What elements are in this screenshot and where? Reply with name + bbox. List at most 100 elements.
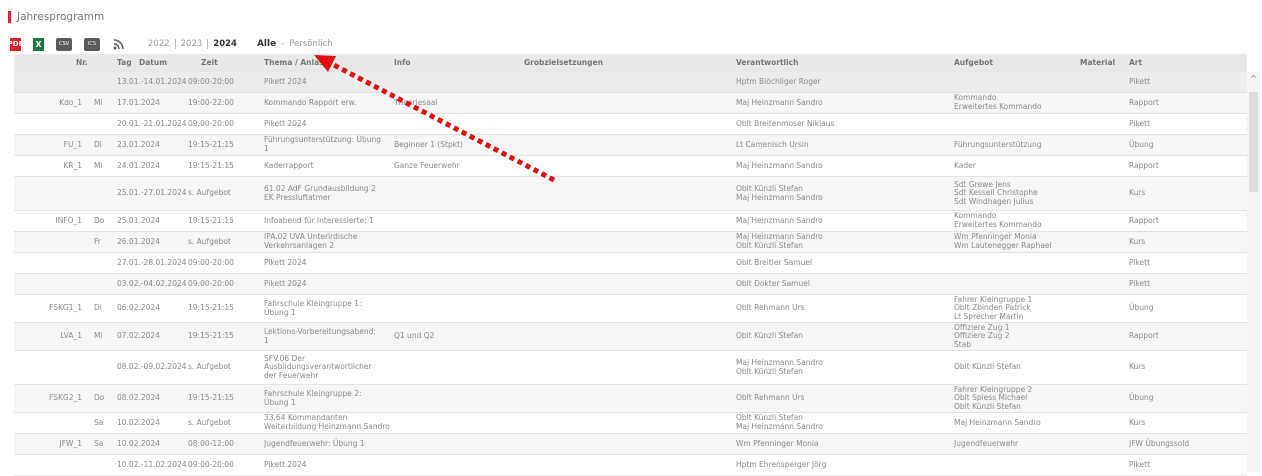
table-row[interactable]: 13.01.-14.01.2024 09:00-20:00 Pikett 2024 H… xyxy=(14,72,1247,93)
cell-datum: 24.01.2024 xyxy=(117,160,160,170)
cell-thema: Infoabend für Interessierte: 1 xyxy=(264,215,374,225)
vertical-scrollbar[interactable]: ^ xyxy=(1247,72,1260,472)
table-row[interactable]: FU_1 Di 23.01.2024 19:15-21:15 Führungsunter… xyxy=(14,135,1247,156)
cell-art: Kurs xyxy=(1129,188,1146,198)
cell-thema: Pikett 2024 xyxy=(264,76,307,86)
cell-datum: 10.02.2024 xyxy=(117,438,160,448)
cell-datum: 25.01.-27.01.2024 xyxy=(117,188,187,198)
col-header-verantwortlich[interactable]: Verantwortlich xyxy=(736,54,951,72)
cell-info xyxy=(394,114,514,134)
cell-datum: 13.01.-14.01.2024 xyxy=(117,76,187,86)
csv-icon[interactable]: CSV xyxy=(56,37,72,51)
pdf-icon[interactable]: PDF xyxy=(8,37,23,51)
cell-info xyxy=(394,413,514,433)
cell-verantwortlich: Oblt Breitenmoser Niklaus xyxy=(736,118,835,128)
year-link[interactable]: 2023 xyxy=(174,39,208,49)
cell-aufgebot xyxy=(954,72,1104,92)
cell-verantwortlich: Maj Heinzmann Sandro Oblt Künzli Stefan xyxy=(736,357,823,376)
cell-nr xyxy=(14,413,82,433)
excel-icon[interactable]: X xyxy=(33,37,44,51)
cell-nr: FU_1 xyxy=(63,139,82,149)
cell-zeit: s. Aufgebot xyxy=(188,362,231,372)
filter-selector: Alle - Persönlich xyxy=(257,39,333,49)
cell-verantwortlich: Oblt Künzli Stefan Maj Heinzmann Sandro xyxy=(736,413,823,431)
table-row[interactable]: 20.01.-21.01.2024 09:00-20:00 Pikett 2024 O… xyxy=(14,114,1247,135)
scrollbar-thumb[interactable] xyxy=(1249,92,1258,192)
table-header: Nr. Tag Datum Zeit Thema / Anlass Info G… xyxy=(14,54,1247,72)
cell-aufgebot xyxy=(954,114,1104,134)
cell-zeit: 09:00-20:00 xyxy=(188,118,234,128)
cell-verantwortlich: Maj Heinzmann Sandro Oblt Künzli Stefan xyxy=(736,232,823,250)
cell-art: Pikett xyxy=(1129,459,1151,469)
cell-aufgebot: Maj Heinzmann Sandro xyxy=(954,417,1041,427)
toolbar: PDF X CSV ICS 2022 2023 2024 Alle - Pers… xyxy=(8,36,333,52)
cell-nr xyxy=(14,253,82,273)
table-row[interactable]: 25.01.-27.01.2024 s. Aufgebot 61.02 AdF Gr… xyxy=(14,177,1247,211)
cell-thema: 61.02 AdF Grundausbildung 2 EK Presslufta… xyxy=(264,183,376,202)
rss-icon[interactable] xyxy=(112,38,124,51)
year-link[interactable]: 2022 xyxy=(148,39,175,49)
table-row[interactable]: KR_1 Mi 24.01.2024 19:15-21:15 Kaderrapport G… xyxy=(14,156,1247,177)
cell-zeit: 19:00-22:00 xyxy=(188,97,234,107)
table-row[interactable]: Kdo_1 Mi 17.01.2024 19:00-22:00 Kommando Rap… xyxy=(14,93,1247,114)
scroll-up-icon[interactable]: ^ xyxy=(1247,72,1260,85)
cell-art: Pikett xyxy=(1129,76,1151,86)
table-row[interactable]: FSKG1_1 Di 06.02.2024 19:15-21:15 Fahrschule… xyxy=(14,295,1247,323)
table-row[interactable]: 27.01.-28.01.2024 09:00-20:00 Pikett 2024 O… xyxy=(14,253,1247,274)
table-row[interactable]: INFO_1 Do 25.01.2024 19:15-21:15 Infoabend f… xyxy=(14,211,1247,232)
col-header-grobziel[interactable]: Grobzielsetzungen xyxy=(524,54,734,72)
cell-nr xyxy=(14,72,82,92)
cell-datum: 26.01.2024 xyxy=(117,236,160,246)
cell-thema: Pikett 2024 xyxy=(264,459,307,469)
col-header-zeit[interactable]: Zeit xyxy=(201,54,271,72)
cell-aufgebot: Fahrer Kleingruppe 2 Oblt Spiess Michael O… xyxy=(954,385,1033,411)
table-row[interactable]: 03.02.-04.02.2024 09:00-20:00 Pikett 2024 O… xyxy=(14,274,1247,295)
col-header-datum[interactable]: Datum xyxy=(139,54,209,72)
cell-aufgebot: Kader xyxy=(954,160,976,170)
cell-verantwortlich: Oblt Breitler Samuel xyxy=(736,257,813,267)
cell-verantwortlich: Hptm Blöchliger Roger xyxy=(736,76,821,86)
cell-verantwortlich: Oblt Künzli Stefan Maj Heinzmann Sandro xyxy=(736,183,823,202)
cell-aufgebot: Jugendfeuerwehr xyxy=(954,438,1019,448)
cell-datum: 03.02.-04.02.2024 xyxy=(117,278,187,288)
cell-nr xyxy=(14,177,82,210)
cell-art: Kurs xyxy=(1129,236,1146,246)
cell-art: Rapport xyxy=(1129,160,1159,170)
cell-zeit: 09:00-20:00 xyxy=(188,257,234,267)
table-row[interactable]: LVA_1 Mi 07.02.2024 19:15-21:15 Lektions-Vor… xyxy=(14,323,1247,351)
cell-zeit: 09:00-20:00 xyxy=(188,76,234,86)
cell-nr: Kdo_1 xyxy=(59,97,82,107)
filter-all-link[interactable]: Alle xyxy=(257,39,276,49)
cell-zeit: 09:00-20:00 xyxy=(188,459,234,469)
cell-thema: 33.64 Kommandanten Weiterbildung Heinzman… xyxy=(264,413,390,431)
cell-verantwortlich: Oblt Rehmann Urs xyxy=(736,303,805,313)
table-row[interactable]: 08.02.-09.02.2024 s. Aufgebot SFV.06 Der Au… xyxy=(14,351,1247,385)
table-row[interactable]: Sa 10.02.2024 s. Aufgebot 33.64 Kommandante… xyxy=(14,413,1247,434)
ical-icon[interactable]: ICS xyxy=(84,37,100,51)
cell-thema: Jugendfeuerwehr: Übung 1 xyxy=(264,438,365,448)
cell-verantwortlich: Lt Camenisch Ursin xyxy=(736,139,809,149)
table-row[interactable]: 10.02.-11.02.2024 09:00-20:00 Pikett 2024 H… xyxy=(14,455,1247,476)
cell-aufgebot: Kommando Erweitertes Kommando xyxy=(954,93,1042,111)
col-header-nr[interactable]: Nr. xyxy=(76,54,116,72)
cell-thema: Kaderrapport xyxy=(264,160,314,170)
col-header-thema[interactable]: Thema / Anlass xyxy=(264,54,394,72)
year-link-active[interactable]: 2024 xyxy=(207,39,242,49)
col-header-art[interactable]: Art xyxy=(1129,54,1234,72)
cell-nr xyxy=(14,232,82,252)
cell-verantwortlich: Oblt Künzli Stefan xyxy=(736,331,803,341)
col-header-info[interactable]: Info xyxy=(394,54,514,72)
cell-datum: 10.02.2024 xyxy=(117,417,160,427)
cell-aufgebot: Oblt Künzli Stefan xyxy=(954,362,1021,372)
cell-datum: 07.02.2024 xyxy=(117,331,160,341)
cell-art: JFW Übungssold xyxy=(1129,438,1190,448)
cell-nr xyxy=(14,114,82,134)
cell-thema: Fahrschule Kleingruppe 1: Übung 1 xyxy=(264,298,362,317)
table-row[interactable]: JFW_1 Sa 10.02.2024 08:00-12:00 Jugendfeuerw… xyxy=(14,434,1247,455)
table-row[interactable]: FSKG2_1 Do 08.02.2024 19:15-21:15 Fahrschule… xyxy=(14,385,1247,413)
cell-art: Rapport xyxy=(1129,97,1159,107)
filter-personal-link[interactable]: Persönlich xyxy=(289,39,332,49)
cell-art: Pikett xyxy=(1129,257,1151,267)
table-row[interactable]: Fr 26.01.2024 s. Aufgebot IPA.02 UVA Unteri… xyxy=(14,232,1247,253)
cell-art: Übung xyxy=(1129,139,1154,149)
